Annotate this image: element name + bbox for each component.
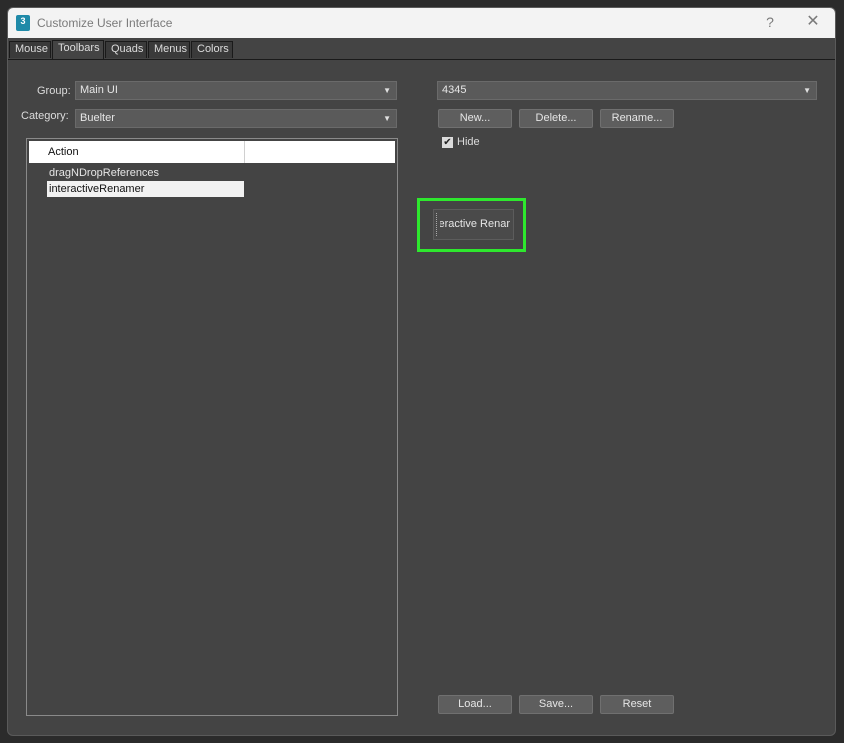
tab-colors[interactable]: Colors [191,41,233,58]
new-button[interactable]: New... [438,109,512,128]
chevron-down-icon: ▼ [383,86,391,95]
reset-button[interactable]: Reset [600,695,674,714]
close-button[interactable]: ✕ [803,13,823,33]
window-title: Customize User Interface [37,16,173,30]
group-label: Group: [37,85,71,97]
action-list[interactable]: Action dragNDropReferences interactiveRe… [26,138,398,716]
toolbar-dropdown[interactable]: 4345 ▼ [437,81,817,100]
list-item[interactable]: dragNDropReferences [47,165,244,181]
tab-divider [8,59,835,60]
customize-ui-window: 3 Customize User Interface ? ✕ Mouse Too… [7,7,836,736]
list-header: Action [29,141,395,163]
chevron-down-icon: ▼ [803,86,811,95]
save-button[interactable]: Save... [519,695,593,714]
column-divider [244,141,245,163]
chevron-down-icon: ▼ [383,114,391,123]
delete-button[interactable]: Delete... [519,109,593,128]
rename-button[interactable]: Rename... [600,109,674,128]
group-dropdown[interactable]: Main UI ▼ [75,81,397,100]
list-item-selected[interactable]: interactiveRenamer [47,181,244,197]
tab-quads[interactable]: Quads [105,41,147,58]
tab-toolbars[interactable]: Toolbars [52,40,104,59]
tab-menus[interactable]: Menus [148,41,190,58]
group-value: Main UI [80,84,118,96]
help-button[interactable]: ? [760,14,780,32]
tab-mouse[interactable]: Mouse [9,41,51,58]
category-dropdown[interactable]: Buelter ▼ [75,109,397,128]
title-bar: 3 Customize User Interface ? ✕ [8,8,835,38]
toolbar-value: 4345 [442,84,467,96]
toolbar-button-label: eractive Renar [440,218,510,230]
drag-grip-icon[interactable] [436,213,439,236]
app-icon: 3 [16,15,30,31]
hide-checkbox[interactable]: ✔ [442,137,453,148]
category-value: Buelter [80,112,115,124]
toolbar-button-interactive-renamer[interactable]: eractive Renar [433,209,514,240]
category-label: Category: [21,110,69,122]
load-button[interactable]: Load... [438,695,512,714]
hide-label: Hide [457,136,480,148]
column-header-action[interactable]: Action [48,146,79,158]
